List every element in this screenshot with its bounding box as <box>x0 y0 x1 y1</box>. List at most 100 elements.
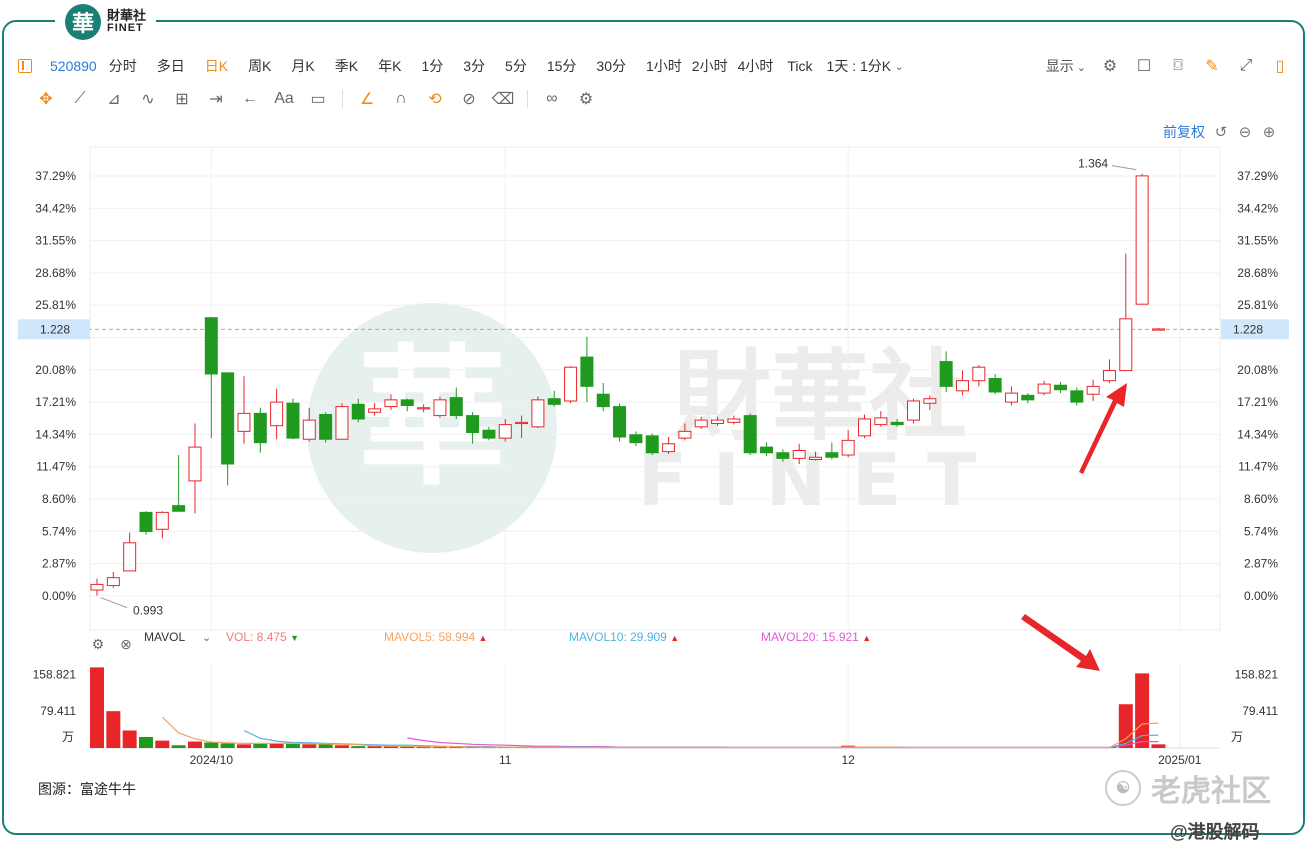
candle-body <box>923 398 937 404</box>
y-label-left: 20.08% <box>35 363 76 377</box>
x-label: 11 <box>499 753 512 767</box>
watermark-tiger: ☯ 老虎社区 <box>1105 766 1271 810</box>
y-label-right: 31.55% <box>1237 234 1278 248</box>
volume-ma-lines <box>161 716 1159 749</box>
vol-unit-right: 万 <box>1231 730 1243 744</box>
candle-body <box>1086 385 1100 395</box>
vol-unit-left: 万 <box>62 730 74 744</box>
candle-body <box>841 439 855 456</box>
candle-body <box>988 377 1002 393</box>
x-axis-labels: 2024/10 11 12 2025/01 <box>190 753 1202 767</box>
candle-body <box>711 419 725 424</box>
candle-body <box>694 419 708 428</box>
candle-body <box>139 511 153 533</box>
x-label: 2025/01 <box>1158 753 1202 767</box>
candle-body <box>809 456 823 460</box>
last-price-label-left: 1.228 <box>40 322 70 336</box>
candle-body <box>792 449 806 459</box>
candle-body <box>400 399 414 406</box>
y-label-right: 37.29% <box>1237 169 1278 183</box>
candle-body <box>106 577 120 587</box>
high-label: 1.364 <box>1078 157 1108 171</box>
watermark-handle: @港股解码 <box>1170 822 1260 842</box>
candle-body <box>302 419 316 440</box>
low-leader <box>100 597 128 609</box>
y-label-left: 25.81% <box>35 298 76 312</box>
volume-bar <box>138 736 153 748</box>
arrow-price <box>1079 383 1127 474</box>
y-label-left: 0.00% <box>42 589 76 603</box>
candle-body <box>1053 384 1067 391</box>
candle-body <box>1151 328 1165 331</box>
y-label-right: 20.08% <box>1237 363 1278 377</box>
y-label-right: 11.47% <box>1238 460 1278 474</box>
candle-body <box>547 398 561 405</box>
candle-body <box>972 366 986 382</box>
y-label-left: 17.21% <box>35 395 76 409</box>
candle-body <box>743 415 757 454</box>
candle-body <box>123 542 137 572</box>
candle-body <box>1004 392 1018 403</box>
vol-label-right: 79.411 <box>1242 704 1278 718</box>
candle-body <box>678 430 692 439</box>
candle-body <box>270 401 284 427</box>
candle-body <box>564 366 578 402</box>
y-label-right: 25.81% <box>1237 298 1278 312</box>
candle-body <box>1135 175 1149 305</box>
image-source: 图源：富途牛牛 <box>38 781 136 797</box>
candle-body <box>155 511 169 530</box>
y-label-left: 37.29% <box>35 169 76 183</box>
volume-bar <box>302 744 317 748</box>
y-label-left: 31.55% <box>35 234 76 248</box>
volume-bar <box>155 740 170 748</box>
candle-body <box>482 429 496 439</box>
candle-body <box>596 393 610 408</box>
volume-bar <box>318 744 333 748</box>
indicator-close-icon[interactable]: ⊗ <box>116 634 136 654</box>
volume-bar <box>106 711 121 748</box>
watermark-en: FINET <box>638 438 1003 522</box>
candle-body <box>776 452 790 459</box>
candle-body <box>351 403 365 420</box>
volume-bar <box>122 730 137 748</box>
indicator-settings-icon[interactable]: ⚙ <box>88 634 108 654</box>
y-label-right: 17.21% <box>1237 395 1278 409</box>
candle-body <box>645 435 659 454</box>
y-label-right: 34.42% <box>1237 201 1278 215</box>
y-label-right: 5.74% <box>1244 524 1278 538</box>
volume-bar <box>90 667 104 748</box>
volume-bar <box>171 745 186 748</box>
candle-body <box>907 400 920 421</box>
candle-body <box>237 412 251 432</box>
candle-body <box>253 412 267 444</box>
candle-body <box>466 415 480 433</box>
volume-bar <box>269 743 284 748</box>
arrow-volume <box>1021 614 1100 671</box>
volume-bar <box>1135 673 1150 748</box>
candle-body <box>760 446 774 454</box>
volume-bar <box>253 743 268 748</box>
candle-body <box>515 421 529 425</box>
candle-body <box>417 407 431 410</box>
y-label-left: 11.47% <box>36 460 76 474</box>
legend-mavol5: MAVOL5: 58.994 ▲ <box>384 630 488 644</box>
candle-body <box>172 505 186 512</box>
candle-body <box>858 418 872 437</box>
y-label-left: 2.87% <box>42 557 76 571</box>
y-label-right: 28.68% <box>1237 266 1278 280</box>
y-label-right: 8.60% <box>1244 492 1278 506</box>
x-label: 2024/10 <box>190 753 234 767</box>
candle-body <box>629 434 643 444</box>
watermark-cn: 財華社 <box>673 340 967 454</box>
vol-label-left: 79.411 <box>40 704 76 718</box>
volume-bars: 158.821 158.821 79.411 79.411 万 万 <box>33 667 1278 748</box>
legend-chevron-icon[interactable]: ⌄ <box>202 631 211 644</box>
volume-bar <box>220 743 235 748</box>
kline-chart[interactable]: 華 財華社 FINET 37.29% 37.29% 34.42% 34.42% 31.5… <box>0 0 1310 859</box>
watermark-seal-char: 華 <box>357 330 507 506</box>
y-label-left: 8.60% <box>42 492 76 506</box>
candle-body <box>221 372 235 465</box>
candle-body <box>335 406 349 440</box>
mavol20-line <box>407 737 1159 749</box>
legend-mavol20: MAVOL20: 15.921 ▲ <box>761 630 872 644</box>
